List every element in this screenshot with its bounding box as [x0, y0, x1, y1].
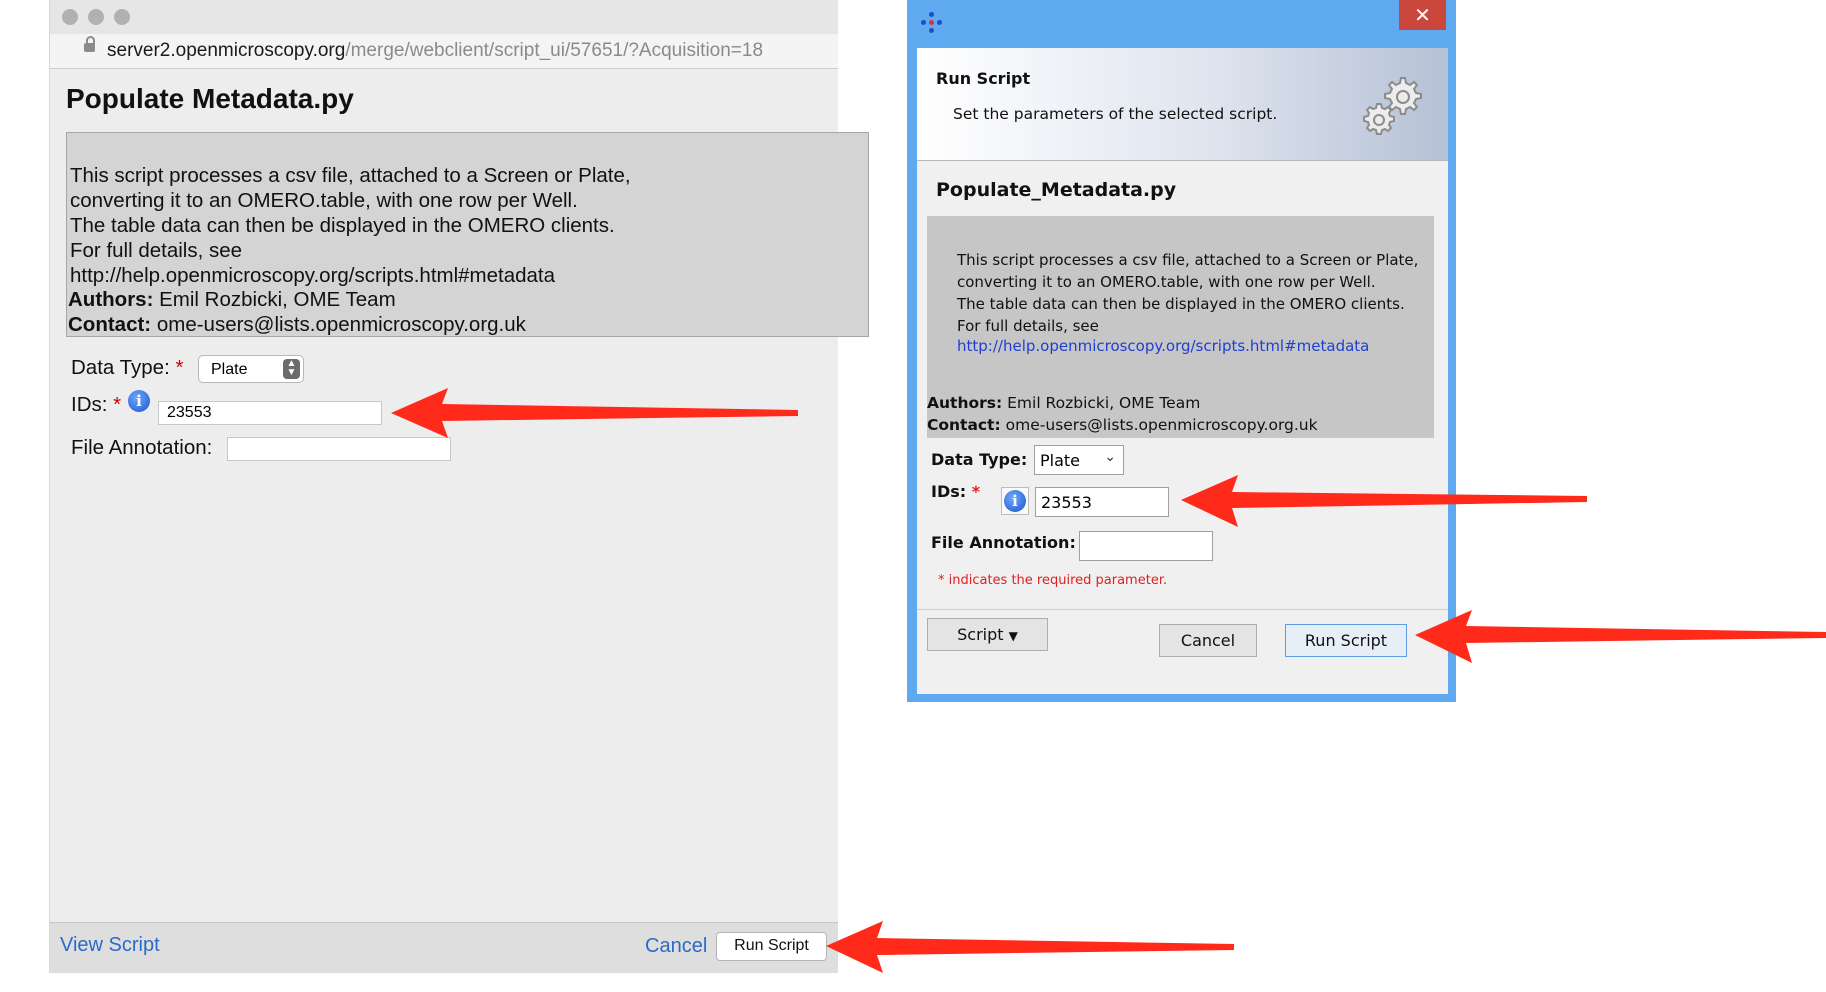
browser-window: server2.openmicroscopy.org/merge/webclie… [49, 0, 869, 973]
data-type-value: Plate [1040, 451, 1081, 470]
contact-label: Contact: [927, 416, 1001, 434]
data-type-label-text: Data Type: [71, 356, 170, 379]
ids-info-button[interactable]: i [1001, 487, 1029, 515]
required-mark: * [113, 393, 122, 416]
script-menu-button[interactable]: Script ▼ [927, 618, 1048, 651]
divider [917, 609, 1448, 610]
omero-app-icon [921, 12, 943, 34]
data-type-label: Data Type: * [71, 356, 183, 380]
cancel-button[interactable]: Cancel [1159, 624, 1257, 657]
contact-line: Contact: ome-users@lists.openmicroscopy.… [927, 416, 1318, 434]
zoom-window-button[interactable] [114, 9, 130, 25]
contact-label: Contact: [68, 313, 152, 336]
info-icon: i [1004, 490, 1026, 512]
file-annotation-input[interactable] [1079, 531, 1213, 561]
file-annotation-input[interactable] [227, 437, 451, 461]
close-icon[interactable]: ✕ [1399, 0, 1446, 30]
chevron-down-icon: ⌄ [1104, 449, 1116, 465]
ids-input[interactable] [158, 401, 382, 425]
form-footer: View Script Cancel Run Script [50, 922, 838, 973]
authors-label: Authors: [68, 288, 154, 311]
ids-label: IDs: * [931, 482, 980, 501]
script-description-box: This script processes a csv file, attach… [927, 216, 1434, 438]
script-description: This script processes a csv file, attach… [957, 251, 1419, 335]
authors-value: Emil Rozbicki, OME Team [1002, 394, 1201, 412]
script-title: Populate_Metadata.py [936, 179, 1177, 201]
url-text[interactable]: server2.openmicroscopy.org/merge/webclie… [107, 40, 763, 62]
data-type-value: Plate [211, 361, 248, 378]
authors-label: Authors: [927, 394, 1003, 412]
required-mark: * [971, 482, 981, 501]
banner-subtitle: Set the parameters of the selected scrip… [953, 105, 1278, 123]
lock-icon [84, 36, 95, 52]
file-annotation-label: File Annotation: [931, 533, 1076, 552]
cancel-link[interactable]: Cancel [645, 935, 707, 958]
page-title: Populate Metadata.py [66, 83, 354, 114]
authors-value: Emil Rozbicki, OME Team [153, 288, 396, 311]
arrow-icon [826, 921, 1234, 973]
contact-line: Contact: ome-users@lists.openmicroscopy.… [68, 313, 526, 337]
required-note: * indicates the required parameter. [938, 573, 1168, 588]
url-path: /merge/webclient/script_ui/57651/?Acquis… [345, 40, 764, 61]
url-host: server2.openmicroscopy.org [107, 40, 346, 61]
run-script-button[interactable]: Run Script [1285, 624, 1407, 657]
ids-label-text: IDs: [71, 393, 108, 416]
view-script-link[interactable]: View Script [60, 934, 160, 957]
dropdown-triangle-icon: ▼ [1008, 629, 1018, 643]
script-description-box: This script processes a csv file, attach… [66, 132, 869, 337]
run-script-button[interactable]: Run Script [716, 932, 827, 961]
script-menu-label: Script [957, 625, 1004, 644]
contact-value: ome-users@lists.openmicroscopy.org.uk [1000, 416, 1318, 434]
ids-label-text: IDs: [931, 482, 967, 501]
dialog-body: Run Script Set the parameters of the sel… [917, 48, 1448, 694]
address-bar[interactable]: server2.openmicroscopy.org/merge/webclie… [50, 34, 838, 69]
dialog-banner: Run Script Set the parameters of the sel… [917, 48, 1448, 161]
data-type-label: Data Type: [931, 450, 1028, 469]
minimize-window-button[interactable] [88, 9, 104, 25]
browser-titlebar [50, 0, 838, 34]
help-link[interactable]: http://help.openmicroscopy.org/scripts.h… [957, 337, 1369, 355]
ids-input[interactable] [1035, 487, 1169, 517]
banner-title: Run Script [936, 69, 1031, 88]
script-description: This script processes a csv file, attach… [70, 164, 631, 287]
contact-value: ome-users@lists.openmicroscopy.org.uk [151, 313, 526, 336]
run-script-dialog: ✕ Run Script Set the parameters of the s… [907, 0, 1456, 702]
file-annotation-label: File Annotation: [71, 436, 213, 459]
data-type-select[interactable]: Plate ⌄ [1034, 445, 1124, 475]
authors-line: Authors: Emil Rozbicki, OME Team [68, 288, 396, 312]
data-type-select[interactable]: Plate ▲ ▼ [198, 355, 304, 383]
required-mark: * [175, 356, 184, 379]
ids-label: IDs: * [71, 393, 121, 417]
close-window-button[interactable] [62, 9, 78, 25]
select-arrows-icon: ▲ ▼ [283, 359, 300, 379]
script-form: Populate Metadata.py This script process… [50, 69, 869, 923]
arrow-icon [1415, 610, 1826, 663]
authors-line: Authors: Emil Rozbicki, OME Team [927, 394, 1200, 412]
address-fade [788, 34, 838, 68]
gears-icon [1363, 77, 1422, 135]
info-icon[interactable]: i [128, 390, 150, 412]
